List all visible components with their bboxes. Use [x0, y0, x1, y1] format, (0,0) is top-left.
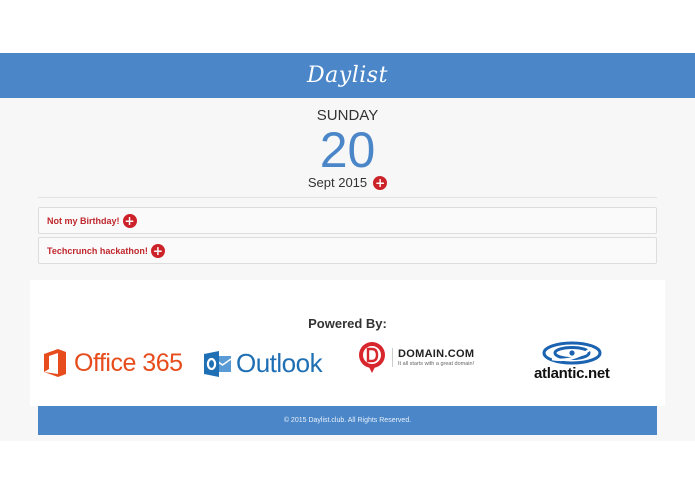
- domain-icon: [359, 342, 385, 373]
- event-label: Not my Birthday!: [47, 215, 120, 226]
- divider: [38, 197, 657, 198]
- month-year-row: Sept 2015 +: [307, 175, 388, 190]
- event-item[interactable]: Not my Birthday! +: [38, 207, 657, 234]
- outlook-icon: [204, 350, 232, 377]
- atlantic-net-logo[interactable]: atlantic.net: [534, 340, 610, 382]
- day-number: 20: [319, 122, 376, 178]
- atlantic-text: atlantic.net: [534, 365, 610, 382]
- office-icon: [44, 349, 66, 377]
- footer-bar: © 2015 Daylist.club. All Rights Reserved…: [38, 406, 657, 435]
- event-add-button[interactable]: +: [122, 213, 137, 228]
- atlantic-swirl-icon: [542, 341, 602, 365]
- domain-name: DOMAIN.COM: [398, 347, 475, 360]
- office365-text: Office 365: [74, 348, 183, 377]
- footer-copyright: © 2015 Daylist.club. All Rights Reserved…: [283, 417, 412, 424]
- header-bar: Daylist: [0, 53, 695, 98]
- domain-tagline: It all starts with a great domain!: [398, 360, 475, 367]
- daylist-app: Daylist SUNDAY 20 Sept 2015 + Not my Bir…: [0, 53, 695, 441]
- event-label: Techcrunch hackathon!: [47, 245, 148, 256]
- month-year-label: Sept 2015: [307, 175, 368, 190]
- event-list: Not my Birthday! + Techcrunch hackathon!…: [38, 207, 657, 267]
- office365-logo[interactable]: Office 365: [42, 348, 183, 378]
- powered-by-section: Powered By: Office 365 Outlook DOMAIN.CO…: [30, 280, 665, 406]
- brand-logo[interactable]: Daylist: [307, 63, 388, 88]
- event-item[interactable]: Techcrunch hackathon! +: [38, 237, 657, 264]
- powered-by-title: Powered By:: [308, 316, 387, 331]
- event-add-button[interactable]: +: [150, 243, 165, 258]
- outlook-text: Outlook: [236, 348, 323, 378]
- domain-com-logo[interactable]: DOMAIN.COM It all starts with a great do…: [357, 340, 474, 374]
- sponsor-logos: Office 365 Outlook DOMAIN.COM It all sta…: [30, 338, 665, 398]
- add-event-button[interactable]: +: [373, 175, 388, 190]
- outlook-logo[interactable]: Outlook: [204, 348, 323, 379]
- date-display: SUNDAY 20 Sept 2015 +: [0, 108, 695, 192]
